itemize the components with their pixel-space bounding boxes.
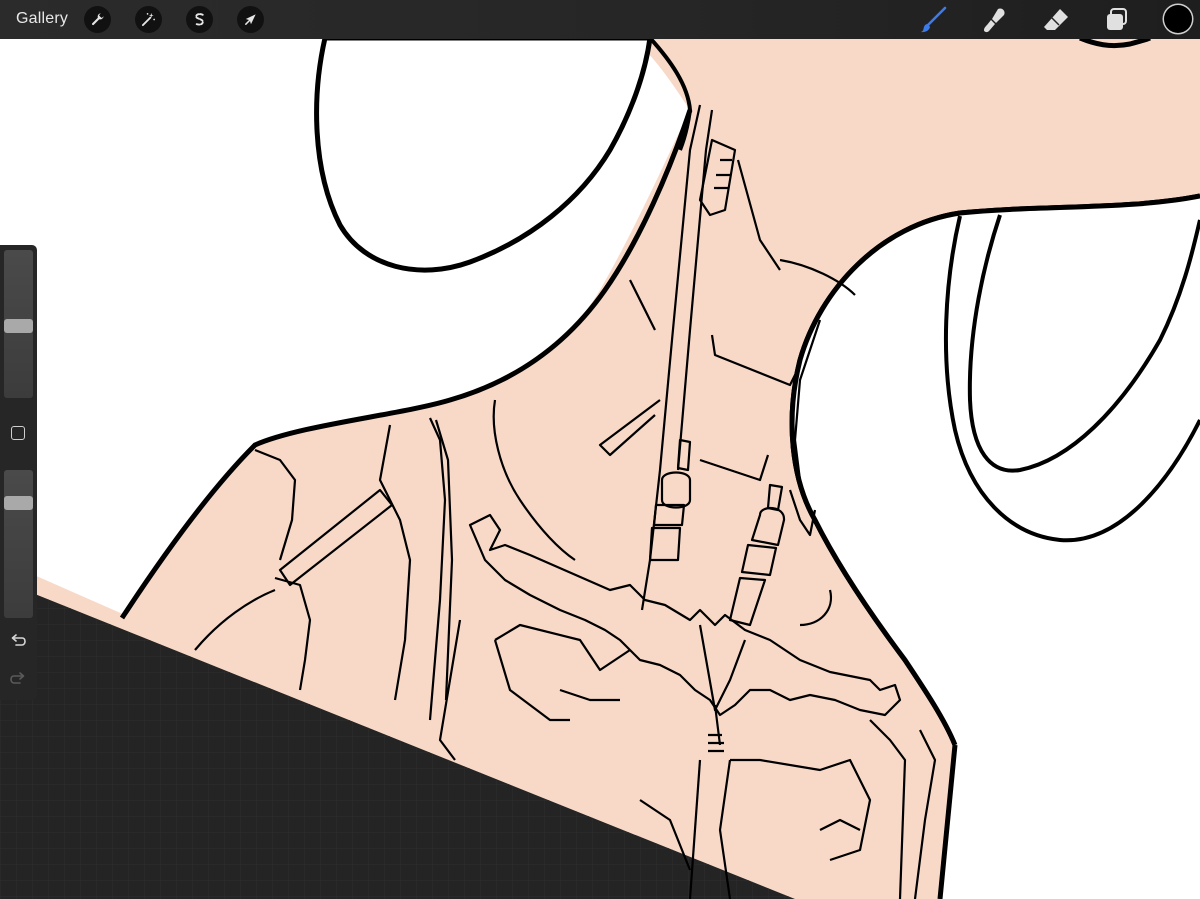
redo-icon[interactable] [8, 669, 28, 689]
layers-icon[interactable] [1101, 4, 1132, 35]
procreate-app: Gallery [0, 0, 1200, 899]
opacity-thumb[interactable] [4, 496, 33, 510]
modify-button[interactable] [11, 426, 25, 440]
top-toolbar: Gallery [0, 0, 1200, 39]
hair-loop-left [314, 35, 653, 273]
smudge-icon[interactable] [979, 4, 1010, 35]
gallery-button[interactable]: Gallery [16, 9, 68, 29]
drawing-canvas[interactable] [0, 0, 1200, 899]
opacity-slider[interactable] [4, 470, 33, 618]
eraser-icon[interactable] [1040, 4, 1071, 35]
left-sidebar [0, 245, 37, 700]
brush-icon[interactable] [918, 4, 949, 35]
selection-s-icon[interactable] [186, 6, 213, 33]
magic-wand-icon[interactable] [135, 6, 162, 33]
wrench-icon[interactable] [84, 6, 111, 33]
arrow-cursor-icon[interactable] [237, 6, 264, 33]
brush-size-thumb[interactable] [4, 319, 33, 333]
color-picker-button[interactable] [1164, 5, 1192, 33]
undo-icon[interactable] [8, 631, 28, 651]
